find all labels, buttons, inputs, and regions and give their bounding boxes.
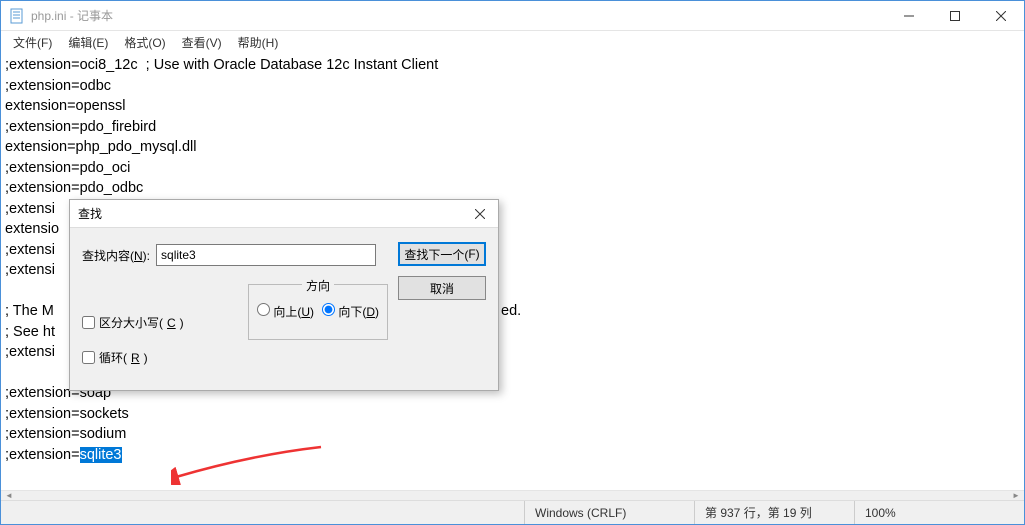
window-title: php.ini - 记事本 bbox=[31, 7, 113, 24]
close-icon bbox=[475, 209, 485, 219]
direction-group: 方向 向上(U) 向下(D) bbox=[248, 284, 388, 340]
checkbox-wrap[interactable]: 循环(R) bbox=[82, 349, 184, 366]
menu-edit[interactable]: 编辑(E) bbox=[60, 32, 116, 53]
dialog-body: 查找内容(N): 查找下一个(F) 取消 方向 向上(U) 向下(D) 区分大小… bbox=[70, 228, 498, 390]
menu-help[interactable]: 帮助(H) bbox=[230, 32, 287, 53]
maximize-button[interactable] bbox=[932, 1, 978, 31]
titlebar: php.ini - 记事本 bbox=[1, 1, 1024, 31]
window-controls bbox=[886, 1, 1024, 31]
direction-label: 方向 bbox=[302, 277, 334, 294]
find-input[interactable] bbox=[156, 244, 376, 266]
dialog-close-button[interactable] bbox=[466, 202, 494, 226]
scroll-right-icon[interactable]: ► bbox=[1008, 491, 1024, 501]
dialog-titlebar[interactable]: 查找 bbox=[70, 200, 498, 228]
checkbox-case[interactable]: 区分大小写(C) bbox=[82, 314, 184, 331]
find-dialog: 查找 查找内容(N): 查找下一个(F) 取消 方向 向上(U) 向下(D) 区… bbox=[69, 199, 499, 391]
menu-view[interactable]: 查看(V) bbox=[174, 32, 230, 53]
scroll-left-icon[interactable]: ◄ bbox=[1, 491, 17, 501]
minimize-button[interactable] bbox=[886, 1, 932, 31]
dialog-title: 查找 bbox=[78, 205, 102, 222]
statusbar: Windows (CRLF) 第 937 行，第 19 列 100% bbox=[1, 500, 1024, 524]
horizontal-scrollbar[interactable]: ◄ ► bbox=[1, 490, 1024, 500]
status-zoom: 100% bbox=[854, 501, 1024, 524]
status-encoding: Windows (CRLF) bbox=[524, 501, 694, 524]
notepad-icon bbox=[9, 8, 25, 24]
find-next-button[interactable]: 查找下一个(F) bbox=[398, 242, 486, 266]
menu-file[interactable]: 文件(F) bbox=[5, 32, 60, 53]
content-area: ;extension=oci8_12c ; Use with Oracle Da… bbox=[1, 53, 1024, 491]
radio-up[interactable]: 向上(U) bbox=[257, 303, 314, 320]
radio-down[interactable]: 向下(D) bbox=[322, 303, 379, 320]
menubar: 文件(F) 编辑(E) 格式(O) 查看(V) 帮助(H) bbox=[1, 31, 1024, 53]
close-button[interactable] bbox=[978, 1, 1024, 31]
menu-format[interactable]: 格式(O) bbox=[116, 32, 173, 53]
find-label: 查找内容(N): bbox=[82, 247, 150, 264]
status-position: 第 937 行，第 19 列 bbox=[694, 501, 854, 524]
cancel-button[interactable]: 取消 bbox=[398, 276, 486, 300]
